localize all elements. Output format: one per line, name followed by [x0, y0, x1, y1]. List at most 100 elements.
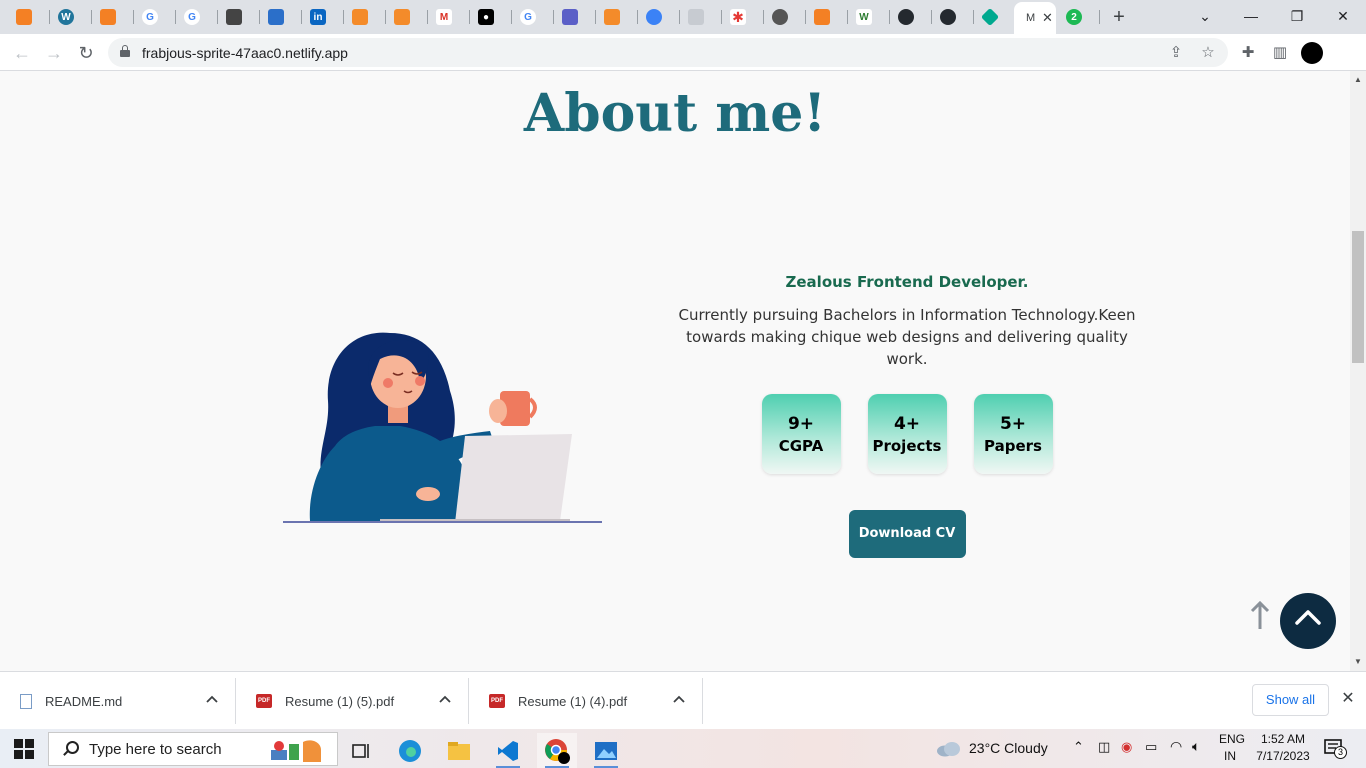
- stat-card-cgpa: 9+ CGPA: [761, 394, 841, 474]
- share-icon[interactable]: ⇪: [1166, 43, 1186, 63]
- wordpress-icon: W: [58, 9, 74, 25]
- tab-26[interactable]: 2: [1058, 4, 1100, 30]
- show-all-downloads-button[interactable]: Show all: [1252, 684, 1329, 716]
- scroll-up-arrow-icon[interactable]: ▲: [1354, 75, 1362, 84]
- google-icon: G: [142, 9, 158, 25]
- language-code[interactable]: ENG: [1219, 732, 1245, 746]
- arrow-up-icon[interactable]: [1248, 599, 1272, 631]
- tab-24[interactable]: [974, 4, 1014, 30]
- profile-avatar[interactable]: [1301, 42, 1323, 64]
- tab-15[interactable]: [596, 4, 638, 30]
- download-filename: Resume (1) (4).pdf: [518, 693, 628, 709]
- tab-6[interactable]: [218, 4, 260, 30]
- back-button[interactable]: ←: [10, 41, 34, 65]
- tab-7[interactable]: [260, 4, 302, 30]
- forward-button[interactable]: →: [42, 41, 66, 65]
- tab-16[interactable]: [638, 4, 680, 30]
- download-item[interactable]: PDF Resume (1) (5).pdf: [236, 678, 469, 724]
- weather-cloud-icon[interactable]: [936, 741, 962, 757]
- tab-10[interactable]: [386, 4, 428, 30]
- google-icon: G: [184, 9, 200, 25]
- chevron-up-icon[interactable]: [672, 692, 686, 706]
- scrollbar-thumb[interactable]: [1352, 231, 1364, 363]
- new-tab-button[interactable]: +: [1108, 6, 1130, 28]
- tab-5[interactable]: G: [176, 4, 218, 30]
- file-explorer-icon[interactable]: [439, 733, 479, 768]
- google-icon: G: [520, 9, 536, 25]
- minimize-button[interactable]: —: [1236, 4, 1266, 28]
- tab-14[interactable]: [554, 4, 596, 30]
- taskbar-search-placeholder: Type here to search: [89, 740, 222, 758]
- volume-icon[interactable]: 🔈︎: [1192, 738, 1200, 755]
- edge-browser-icon[interactable]: [390, 733, 430, 768]
- download-item[interactable]: README.md: [0, 678, 236, 724]
- language-region[interactable]: IN: [1224, 749, 1236, 763]
- about-content: Zealous Frontend Developer. Currently pu…: [676, 271, 1138, 558]
- close-window-button[interactable]: ✕: [1328, 4, 1358, 28]
- close-tab-icon[interactable]: ✕: [1042, 10, 1053, 26]
- photos-icon[interactable]: [586, 733, 626, 768]
- bookmark-star-icon[interactable]: ☆: [1198, 43, 1218, 63]
- address-bar[interactable]: frabjous-sprite-47aac0.netlify.app ⇪ ☆: [108, 38, 1228, 67]
- page-scrollbar[interactable]: ▲ ▼: [1350, 71, 1366, 671]
- show-hidden-icons-chevron-icon[interactable]: ⌃: [1073, 739, 1084, 755]
- tab-17[interactable]: [680, 4, 722, 30]
- app-icon: 2: [1066, 9, 1082, 25]
- vscode-icon[interactable]: [488, 733, 528, 768]
- meet-now-icon[interactable]: ◫: [1098, 739, 1110, 755]
- chevron-up-icon[interactable]: [438, 692, 452, 706]
- side-panel-icon[interactable]: ▥: [1269, 42, 1291, 64]
- scroll-down-arrow-icon[interactable]: ▼: [1354, 657, 1362, 666]
- tab-13[interactable]: G: [512, 4, 554, 30]
- chevron-up-icon[interactable]: [205, 692, 219, 706]
- tab-12[interactable]: ●: [470, 4, 512, 30]
- tab-18[interactable]: ✱: [722, 4, 764, 30]
- download-filename: README.md: [45, 693, 123, 709]
- scroll-to-top-button[interactable]: [1280, 593, 1336, 649]
- tab-21[interactable]: W: [848, 4, 890, 30]
- tab-8[interactable]: in: [302, 4, 344, 30]
- tab-20[interactable]: [806, 4, 848, 30]
- app-icon: [394, 9, 410, 25]
- about-description: Currently pursuing Bachelors in Informat…: [678, 306, 1136, 368]
- notifications-icon[interactable]: 3: [1324, 739, 1348, 759]
- weather-text[interactable]: 23°C Cloudy: [969, 740, 1048, 756]
- taskbar-search-box[interactable]: Type here to search: [48, 732, 338, 766]
- close-downloads-icon[interactable]: ✕: [1339, 690, 1357, 708]
- tab-2[interactable]: W: [50, 4, 92, 30]
- page-viewport: About me! Zealous Frontend Developer. Cu…: [0, 71, 1350, 671]
- tab-22[interactable]: [890, 4, 932, 30]
- download-cv-button[interactable]: Download CV: [848, 510, 966, 558]
- chrome-icon[interactable]: [537, 733, 577, 768]
- download-item[interactable]: PDF Resume (1) (4).pdf: [469, 678, 703, 724]
- battery-icon[interactable]: ▭: [1145, 739, 1157, 755]
- stat-card-projects: 4+ Projects: [867, 394, 947, 474]
- tab-strip: W G G in M ● G ✱ W M ✕ 2 + ⌄ — ❐ ✕: [0, 0, 1366, 34]
- task-view-icon[interactable]: [342, 733, 382, 768]
- system-clock[interactable]: 1:52 AM 7/17/2023: [1256, 731, 1310, 765]
- stat-value: 9+: [787, 413, 815, 434]
- extensions-puzzle-icon[interactable]: ✚: [1237, 42, 1259, 64]
- url-text[interactable]: frabjous-sprite-47aac0.netlify.app: [142, 45, 348, 61]
- tab-3[interactable]: [92, 4, 134, 30]
- teams-icon: [562, 9, 578, 25]
- tab-23[interactable]: [932, 4, 974, 30]
- reload-button[interactable]: ↻: [74, 41, 98, 65]
- tab-11[interactable]: M: [428, 4, 470, 30]
- stackoverflow-icon: [16, 9, 32, 25]
- windows-start-icon[interactable]: [14, 739, 34, 759]
- tab-4[interactable]: G: [134, 4, 176, 30]
- tab-1[interactable]: [8, 4, 50, 30]
- wifi-icon[interactable]: ◠: [1170, 738, 1182, 755]
- tab-search-icon[interactable]: ⌄: [1190, 4, 1220, 28]
- asterisk-icon: ✱: [730, 9, 746, 25]
- security-alert-icon[interactable]: ◉: [1121, 739, 1132, 755]
- tab-9[interactable]: [344, 4, 386, 30]
- stat-label: Projects: [872, 436, 942, 455]
- tab-active[interactable]: M ✕: [1014, 2, 1056, 34]
- stats-row: 9+ CGPA 4+ Projects 5+ Papers: [676, 394, 1138, 474]
- app-icon: W: [856, 9, 872, 25]
- lock-icon[interactable]: [120, 45, 130, 57]
- restore-button[interactable]: ❐: [1282, 4, 1312, 28]
- tab-19[interactable]: [764, 4, 806, 30]
